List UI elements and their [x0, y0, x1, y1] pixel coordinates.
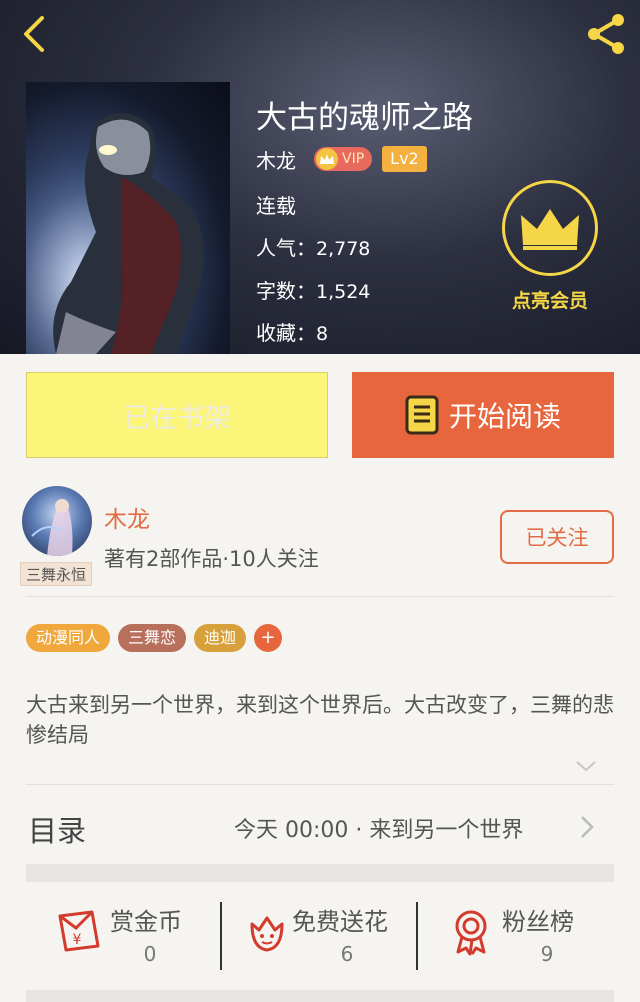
chevron-right-icon — [581, 816, 594, 838]
tag-list: 动漫同人 三舞恋 迪迦 + — [26, 624, 283, 652]
reward-coins-value: 0 — [143, 942, 157, 966]
crown-icon — [316, 148, 338, 170]
author-card-meta: 著有2部作品·10人关注 — [104, 547, 319, 571]
popularity-line: 人气：2,778 — [256, 232, 370, 261]
book-title: 大古的魂师之路 — [256, 100, 473, 136]
fan-ranking-item[interactable]: 粉丝榜 9 — [418, 882, 614, 990]
tag-item[interactable]: 三舞恋 — [118, 624, 187, 652]
author-card-name[interactable]: 木龙 — [104, 500, 150, 534]
vip-label: VIP — [342, 151, 365, 167]
following-button[interactable]: 已关注 — [500, 510, 614, 564]
crown-icon — [521, 209, 579, 250]
latest-chapter: 今天 00:00 · 来到另一个世界 — [234, 818, 524, 843]
divider — [26, 784, 614, 785]
favorites-value: 8 — [316, 323, 329, 345]
avatar-tag: 三舞永恒 — [20, 562, 92, 586]
chevron-left-icon — [24, 16, 44, 52]
member-label: 点亮会员 — [511, 290, 588, 312]
tag-item[interactable]: 动漫同人 — [26, 624, 111, 652]
word-count-value: 1,524 — [316, 281, 371, 303]
share-button[interactable] — [582, 12, 630, 56]
book-author[interactable]: 木龙 — [256, 145, 296, 174]
vip-badge: VIP — [314, 147, 373, 171]
author-row: 木龙 VIP Lv2 — [256, 144, 427, 174]
toc-label: 目录 — [28, 814, 87, 848]
popularity-label: 人气： — [256, 236, 316, 260]
word-count-label: 字数： — [256, 279, 316, 303]
word-count-line: 字数：1,524 — [256, 275, 370, 304]
chevron-down-icon[interactable] — [574, 756, 598, 776]
share-icon — [588, 14, 624, 54]
stats-bar: ¥ 赏金币 0 免费送花 6 粉丝榜 9 — [26, 882, 614, 990]
favorites-label: 收藏： — [256, 321, 316, 345]
reward-coins-item[interactable]: ¥ 赏金币 0 — [26, 882, 222, 990]
member-circle — [502, 180, 598, 276]
start-reading-button[interactable]: 开始阅读 — [352, 372, 614, 458]
back-button[interactable] — [14, 12, 58, 56]
divider — [26, 596, 614, 597]
avatar[interactable] — [22, 486, 92, 556]
book-description: 大古来到另一个世界，来到这个世界后。大古改变了，三舞的悲惨结局 — [26, 693, 614, 747]
favorites-line: 收藏：8 — [256, 317, 328, 346]
svg-text:¥: ¥ — [73, 932, 82, 948]
in-shelf-button[interactable]: 已在书架 — [26, 372, 328, 458]
reward-coins-label: 赏金币 — [110, 908, 182, 936]
table-of-contents-row[interactable]: 目录 今天 00:00 · 来到另一个世界 — [0, 786, 640, 866]
fan-ranking-value: 9 — [540, 942, 554, 966]
section-gap — [26, 990, 614, 1002]
popularity-value: 2,778 — [316, 238, 371, 260]
book-cover[interactable] — [26, 82, 230, 354]
serial-status: 连载 — [256, 194, 296, 218]
book-icon — [405, 395, 439, 435]
ribbon-medal-icon — [455, 910, 487, 956]
member-button[interactable]: 点亮会员 — [500, 180, 600, 312]
cover-hero-illustration — [26, 82, 230, 354]
fan-ranking-label: 粉丝榜 — [502, 908, 574, 936]
free-flowers-value: 6 — [340, 942, 354, 966]
section-gap — [26, 864, 614, 882]
free-flowers-item[interactable]: 免费送花 6 — [222, 882, 418, 990]
red-envelope-icon: ¥ — [58, 910, 100, 952]
start-reading-label: 开始阅读 — [448, 400, 561, 433]
add-tag-button[interactable]: + — [254, 624, 283, 652]
flower-icon — [250, 916, 284, 952]
avatar-illustration — [31, 499, 73, 556]
book-header: 大古的魂师之路 木龙 VIP Lv2 连载 人气：2,778 字数：1,524 … — [0, 0, 640, 354]
tag-item[interactable]: 迪迦 — [194, 624, 247, 652]
level-badge: Lv2 — [382, 146, 427, 172]
free-flowers-label: 免费送花 — [292, 908, 388, 936]
